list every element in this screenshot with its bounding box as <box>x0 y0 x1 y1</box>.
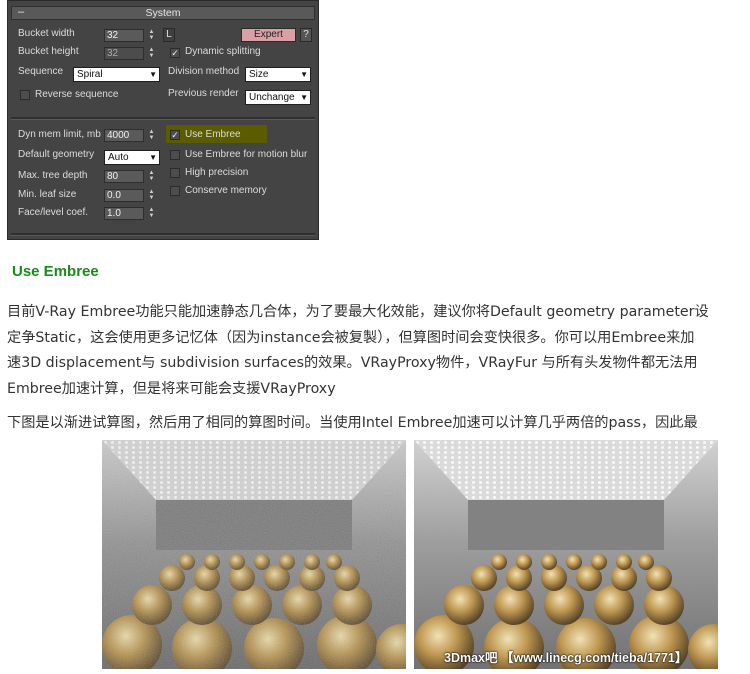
expert-button[interactable]: Expert <box>241 28 296 42</box>
previous-render-label: Previous render <box>168 88 239 99</box>
paragraph-2: 下图是以渐进试算图，然后用了相同的算图时间。当使用Intel Embree加速可… <box>7 415 698 431</box>
checkmark-icon: ✓ <box>171 130 179 140</box>
render-without-embree-image <box>102 440 406 669</box>
reverse-sequence-label: Reverse sequence <box>35 89 119 100</box>
render-with-embree-image <box>414 440 718 669</box>
spinner-arrows-icon[interactable]: ▲ ▼ <box>147 47 156 60</box>
spinner-arrows-icon[interactable]: ▲ ▼ <box>147 129 156 142</box>
default-geometry-value: Auto <box>108 152 129 163</box>
max-tree-depth-label: Max. tree depth <box>18 170 88 181</box>
bucket-width-label: Bucket width <box>18 28 75 39</box>
dyn-mem-limit-label: Dyn mem limit, mb <box>18 129 101 140</box>
dynamic-splitting-checkbox[interactable]: ✓ <box>170 48 180 58</box>
paragraph-1: 目前V-Ray Embree功能只能加速静态几合体，为了要最大化效能，建议你将D… <box>7 300 749 402</box>
default-geometry-label: Default geometry <box>18 149 95 160</box>
face-level-coef-field[interactable]: 1.0 <box>104 207 144 220</box>
min-leaf-size-label: Min. leaf size <box>18 189 77 200</box>
sequence-label: Sequence <box>18 66 64 77</box>
watermark-text: 3Dmax吧 【www.linecg.com/tieba/1771】 <box>444 651 688 665</box>
dynamic-splitting-label: Dynamic splitting <box>185 46 261 57</box>
lock-button[interactable]: L <box>163 28 175 42</box>
dyn-mem-limit-field[interactable]: 4000 <box>104 129 144 142</box>
rollout-title: System <box>145 7 181 19</box>
paragraph-line: 定争Static，这会使用更多记忆体（因为instance会被复製），但算图时间… <box>7 329 695 346</box>
rollout-header[interactable]: – System <box>11 6 315 20</box>
use-embree-checkbox[interactable]: ✓ <box>170 130 180 140</box>
sequence-dropdown[interactable]: Spiral ▼ <box>73 67 160 82</box>
previous-render-dropdown[interactable]: Unchange ▼ <box>245 90 311 105</box>
bucket-height-field[interactable]: 32 <box>104 47 144 60</box>
division-method-dropdown[interactable]: Size ▼ <box>245 67 311 82</box>
reverse-sequence-checkbox[interactable] <box>20 90 30 100</box>
use-embree-motion-blur-checkbox[interactable] <box>170 150 180 160</box>
default-geometry-dropdown[interactable]: Auto ▼ <box>104 150 160 165</box>
conserve-memory-label: Conserve memory <box>185 185 267 196</box>
group-separator <box>11 233 315 236</box>
spinner-arrows-icon[interactable]: ▲ ▼ <box>147 29 156 42</box>
help-button[interactable]: ? <box>300 28 312 42</box>
paragraph-line: 目前V-Ray Embree功能只能加速静态几合体，为了要最大化效能，建议你将D… <box>7 304 709 320</box>
spinner-arrows-icon[interactable]: ▲ ▼ <box>147 189 156 202</box>
bucket-height-label: Bucket height <box>18 46 79 57</box>
previous-render-value: Unchange <box>249 92 295 103</box>
dropdown-arrow-icon[interactable]: ▼ <box>300 91 308 104</box>
spinner-arrows-icon[interactable]: ▲ ▼ <box>147 207 156 220</box>
conserve-memory-checkbox[interactable] <box>170 186 180 196</box>
vray-system-panel: – System Bucket width 32 ▲ ▼ L Expert ? B… <box>7 0 319 240</box>
paragraph-line: Embree加速计算，但是将来可能会支援VRayProxy <box>7 380 336 397</box>
spinner-arrows-icon[interactable]: ▲ ▼ <box>147 170 156 183</box>
paragraph-line: 速3D displacement与 subdivision surfaces的效… <box>7 355 698 371</box>
face-level-coef-label: Face/level coef. <box>18 207 89 218</box>
section-heading: Use Embree <box>12 263 99 280</box>
use-embree-label: Use Embree <box>185 129 241 140</box>
max-tree-depth-field[interactable]: 80 <box>104 170 144 183</box>
bucket-width-field[interactable]: 32 <box>104 29 144 42</box>
dropdown-arrow-icon[interactable]: ▼ <box>149 68 157 81</box>
checkmark-icon: ✓ <box>171 48 179 58</box>
high-precision-label: High precision <box>185 167 249 178</box>
division-method-value: Size <box>249 69 269 80</box>
group-separator <box>11 117 315 120</box>
use-embree-motion-blur-label: Use Embree for motion blur <box>185 149 308 160</box>
min-leaf-size-field[interactable]: 0.0 <box>104 189 144 202</box>
dropdown-arrow-icon[interactable]: ▼ <box>149 151 157 164</box>
high-precision-checkbox[interactable] <box>170 168 180 178</box>
sequence-value: Spiral <box>77 69 103 80</box>
division-method-label: Division method <box>168 66 240 77</box>
dropdown-arrow-icon[interactable]: ▼ <box>300 68 308 81</box>
